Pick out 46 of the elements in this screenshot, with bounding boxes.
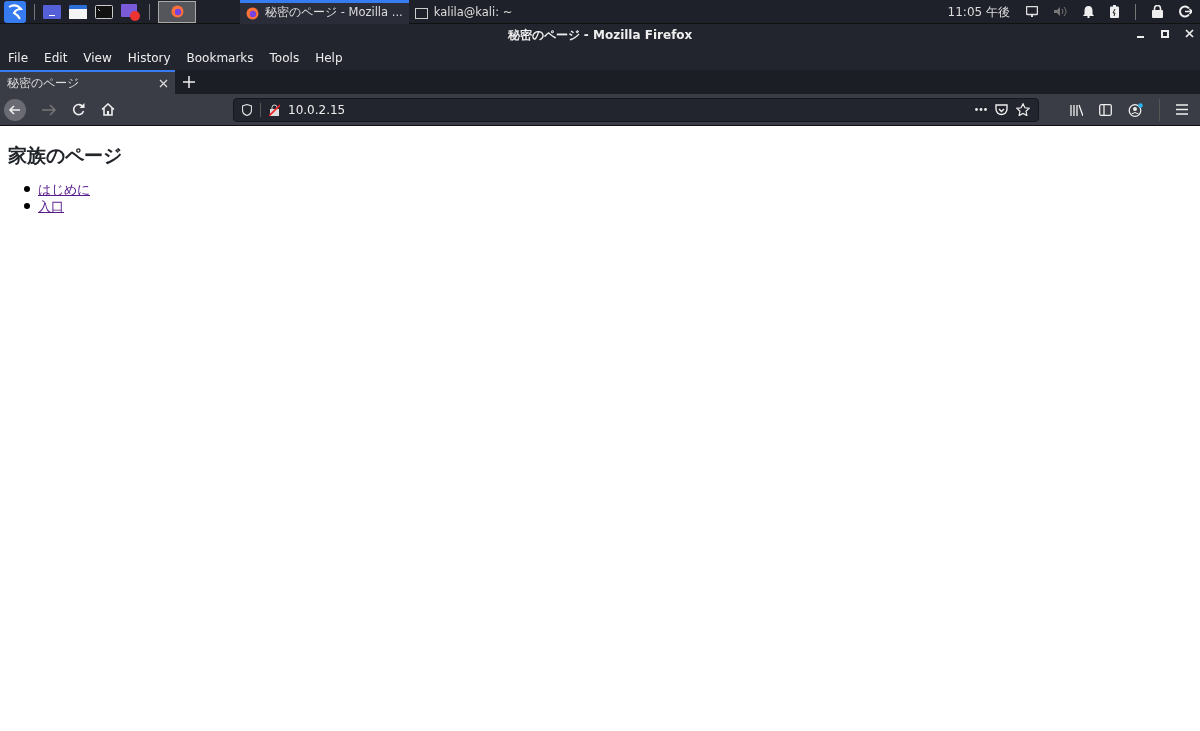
close-icon[interactable] xyxy=(1185,29,1194,38)
logout-icon[interactable] xyxy=(1179,5,1192,18)
maximize-icon[interactable] xyxy=(1161,29,1169,38)
shield-icon[interactable] xyxy=(242,103,252,116)
bell-icon[interactable] xyxy=(1083,5,1094,18)
menu-icon[interactable] xyxy=(1176,104,1188,115)
plus-icon[interactable] xyxy=(183,76,195,88)
window-title: 秘密のページ - Mozilla Firefox xyxy=(507,27,693,44)
screen-recorder-icon[interactable] xyxy=(121,2,141,21)
menu-item[interactable]: File xyxy=(0,49,37,67)
speaker-icon[interactable] xyxy=(1054,6,1067,17)
menu-item[interactable]: Edit xyxy=(36,49,76,67)
account-icon[interactable] xyxy=(1128,102,1143,117)
taskbar-task[interactable]: kalila@kali: ~ xyxy=(408,0,519,24)
more-icon[interactable] xyxy=(975,108,987,111)
firefox-launcher[interactable] xyxy=(158,0,196,23)
folder-icon[interactable] xyxy=(69,3,87,20)
menu-item[interactable]: Bookmarks xyxy=(178,49,262,67)
home-icon[interactable] xyxy=(101,103,115,116)
menu-item[interactable]: Tools xyxy=(261,49,308,67)
url-text: 10.0.2.15 xyxy=(288,101,346,119)
close-icon[interactable] xyxy=(159,78,168,88)
battery-icon[interactable] xyxy=(1110,5,1119,18)
browser-tab[interactable]: 秘密のページ xyxy=(0,70,175,94)
monitor-icon[interactable] xyxy=(1026,6,1038,17)
library-icon[interactable] xyxy=(1070,103,1083,116)
forward-icon[interactable] xyxy=(42,103,56,116)
reload-icon[interactable] xyxy=(72,103,85,116)
clock[interactable]: 11:05 午後 xyxy=(947,2,1010,21)
address-field[interactable]: 10.0.2.15 xyxy=(233,97,1039,122)
taskbar-task[interactable]: 秘密のページ - Mozilla ... xyxy=(240,0,409,24)
lock-icon[interactable] xyxy=(1152,5,1163,18)
insecure-lock-icon[interactable] xyxy=(269,103,280,116)
menu-item[interactable]: Help xyxy=(307,49,351,67)
back-icon[interactable] xyxy=(4,98,26,121)
terminal-icon xyxy=(414,7,428,19)
menu-item[interactable]: History xyxy=(119,49,179,67)
star-icon[interactable] xyxy=(1016,103,1030,116)
bullet-icon xyxy=(24,186,30,193)
terminal-icon[interactable] xyxy=(95,3,113,20)
bullet-icon xyxy=(24,203,30,210)
desktop-icon[interactable] xyxy=(43,3,61,20)
pocket-icon[interactable] xyxy=(995,103,1008,116)
sidebar-icon[interactable] xyxy=(1099,103,1112,116)
page-heading: 家族のページ xyxy=(8,144,123,167)
menu-item[interactable]: View xyxy=(75,49,120,67)
